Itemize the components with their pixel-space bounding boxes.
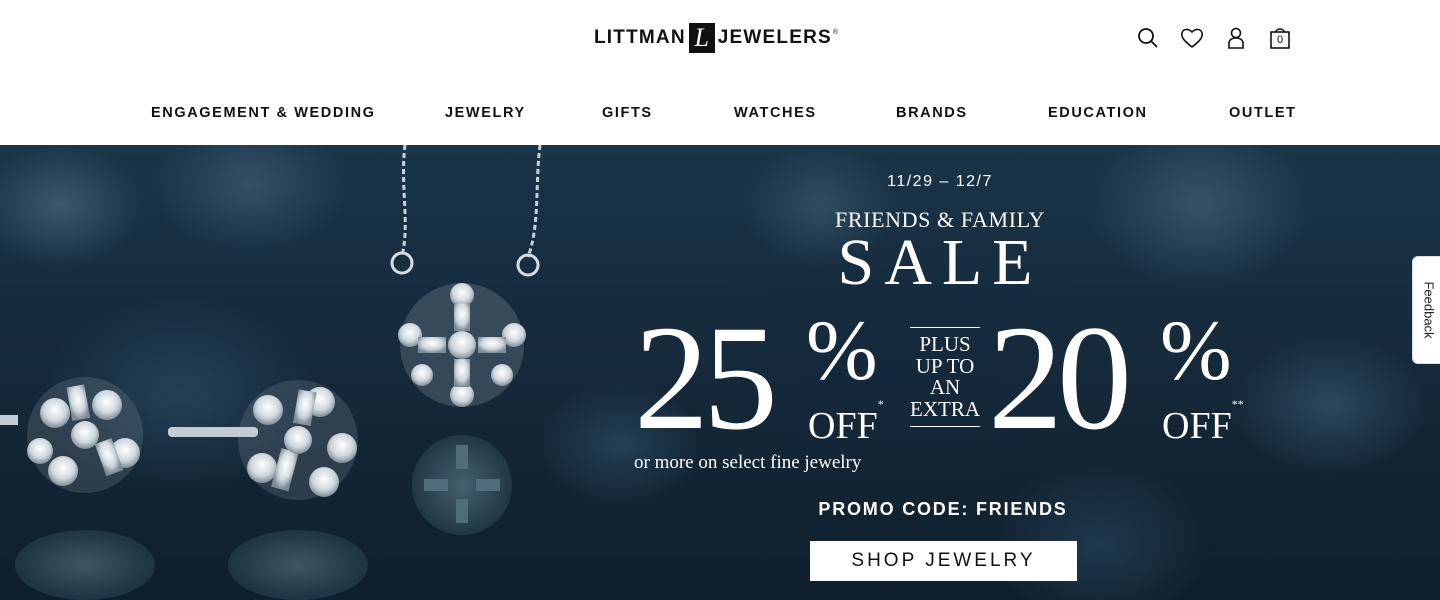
offer1-off-label: OFF: [808, 405, 878, 447]
promo-code: PROMO CODE: FRIENDS: [818, 499, 1068, 519]
search-icon[interactable]: [1136, 26, 1160, 50]
hero-banner[interactable]: 11/29 – 12/7 FRIENDS & FAMILY SALE 25 % …: [0, 145, 1440, 600]
offer2-percent: %: [1160, 302, 1232, 398]
site-header: LITTMAN L JEWELERS ® 0 ENGAGEMENT & WEDD…: [0, 0, 1440, 145]
user-icon[interactable]: [1224, 26, 1248, 50]
shopping-bag-icon[interactable]: 0: [1268, 26, 1292, 50]
sale-fine-print: or more on select fine jewelry: [634, 452, 862, 473]
logo-left-text: LITTMAN: [594, 27, 686, 48]
nav-item-brands[interactable]: BRANDS: [896, 105, 968, 121]
offer1-off: OFF*: [808, 398, 884, 447]
plus-line-4: EXTRA: [910, 396, 980, 421]
plus-line-1: PLUS: [919, 332, 971, 356]
offer2-footnote-mark: **: [1231, 397, 1244, 412]
plus-line-2: UP TO: [915, 353, 975, 378]
jewelry-image: [0, 145, 542, 600]
header-icons: 0: [1136, 26, 1292, 50]
sale-headline-big: SALE: [837, 226, 1043, 299]
nav-item-outlet[interactable]: OUTLET: [1229, 105, 1297, 121]
shop-jewelry-button[interactable]: SHOP JEWELRY: [810, 541, 1077, 581]
offer1-percent: %: [806, 302, 878, 398]
nav-item-jewelry[interactable]: JEWELRY: [445, 105, 526, 121]
plus-extra-box: PLUS UP TO AN EXTRA: [910, 327, 980, 427]
cart-count: 0: [1276, 34, 1284, 46]
site-logo[interactable]: LITTMAN L JEWELERS ®: [594, 22, 838, 54]
offer1-footnote-mark: *: [877, 397, 884, 412]
nav-item-gifts[interactable]: GIFTS: [602, 105, 653, 121]
feedback-tab[interactable]: Feedback: [1412, 256, 1440, 364]
heart-icon[interactable]: [1180, 26, 1204, 50]
nav-item-watches[interactable]: WATCHES: [734, 105, 817, 121]
logo-mark-letter: L: [694, 23, 710, 52]
logo-registered-mark: ®: [832, 28, 839, 36]
offer2-off: OFF**: [1162, 398, 1244, 447]
logo-mark: L: [688, 23, 715, 53]
nav-item-engagement-wedding[interactable]: ENGAGEMENT & WEDDING: [151, 105, 376, 121]
offer2-number: 20: [988, 295, 1132, 461]
nav-item-education[interactable]: EDUCATION: [1048, 105, 1148, 121]
offer2-off-label: OFF: [1162, 405, 1232, 447]
offer1-number: 25: [634, 295, 778, 461]
main-nav: ENGAGEMENT & WEDDING JEWELRY GIFTS WATCH…: [0, 105, 1440, 125]
feedback-label: Feedback: [1421, 281, 1437, 339]
logo-right-text: JEWELERS: [717, 27, 832, 48]
plus-line-3: AN: [929, 375, 961, 399]
sale-date-range: 11/29 – 12/7: [887, 173, 993, 190]
